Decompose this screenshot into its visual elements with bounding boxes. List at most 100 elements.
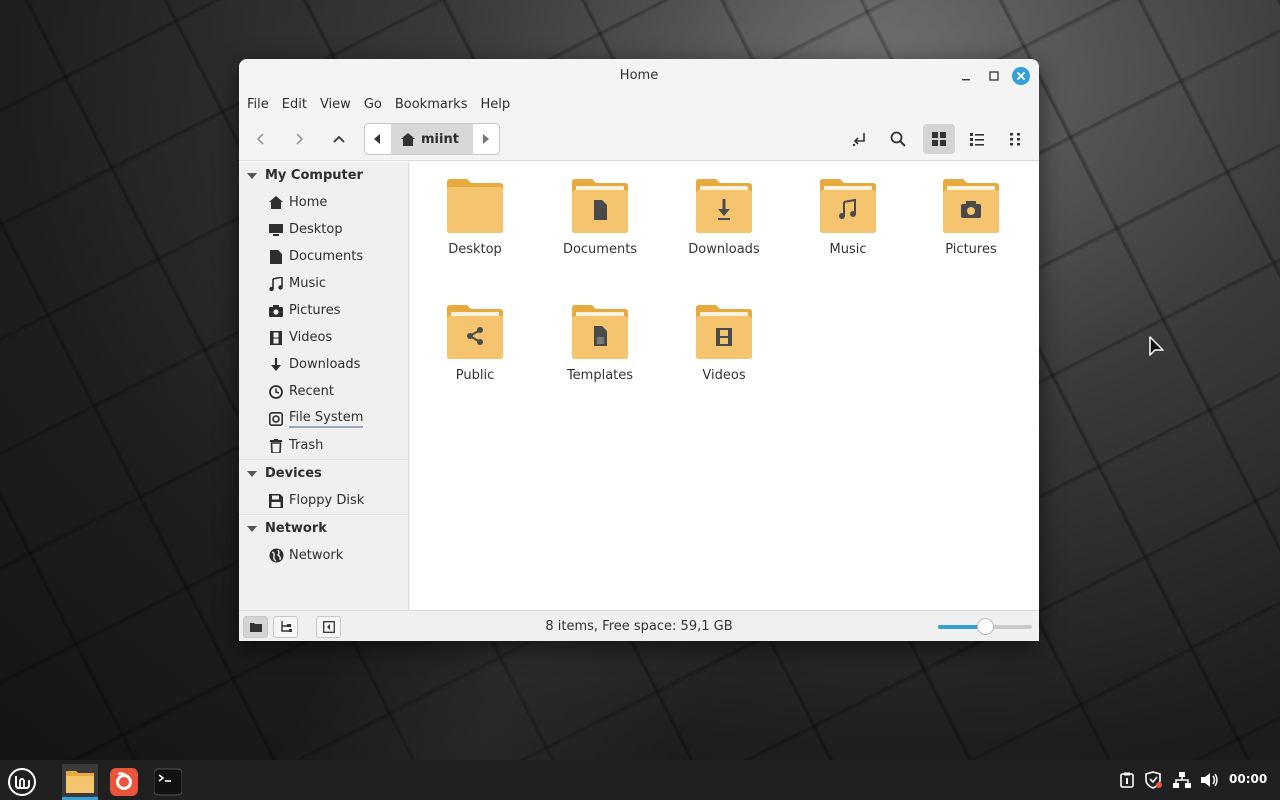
folder-music[interactable]: Music xyxy=(788,178,908,298)
sidebar-item-floppy-disk[interactable]: Floppy Disk xyxy=(239,487,408,514)
folder-downloads[interactable]: Downloads xyxy=(664,178,784,298)
tray-network[interactable] xyxy=(1172,770,1192,790)
clipboard-icon xyxy=(1120,772,1134,788)
folder-icon xyxy=(66,770,94,793)
path-left-button[interactable] xyxy=(365,124,391,154)
back-button[interactable] xyxy=(247,125,275,153)
folder-plain-icon xyxy=(447,179,503,233)
zoom-slider-handle[interactable] xyxy=(977,618,994,635)
path-right-button[interactable] xyxy=(473,124,499,154)
taskbar-files[interactable] xyxy=(62,764,98,800)
tray-volume[interactable] xyxy=(1200,770,1220,790)
menu-edit[interactable]: Edit xyxy=(282,97,317,112)
sidebar-item-home[interactable]: Home xyxy=(239,189,408,216)
firefox-icon xyxy=(110,768,138,796)
up-button[interactable] xyxy=(325,125,353,153)
trash-icon xyxy=(268,438,284,454)
music-icon xyxy=(268,276,284,292)
sidebar-section-my-computer[interactable]: My Computer xyxy=(239,162,408,189)
compact-view-button[interactable] xyxy=(1002,125,1030,153)
list-view-button[interactable] xyxy=(963,125,991,153)
documents-icon xyxy=(268,249,284,265)
drive-icon xyxy=(268,411,284,427)
folder-desktop[interactable]: Desktop xyxy=(415,178,535,298)
folder-documents[interactable]: Documents xyxy=(540,178,660,298)
taskbar-terminal[interactable] xyxy=(150,764,186,800)
folder-public[interactable]: Public xyxy=(415,304,535,424)
zoom-slider[interactable] xyxy=(938,618,1032,635)
folder-videos-icon xyxy=(696,305,752,359)
menu-file[interactable]: File xyxy=(247,97,279,112)
forward-button[interactable] xyxy=(285,125,313,153)
window-title: Home xyxy=(619,68,659,83)
sidebar-section-devices[interactable]: Devices xyxy=(239,460,408,487)
terminal-icon xyxy=(154,768,182,796)
icon-view-button[interactable] xyxy=(923,124,955,154)
file-view: Desktop Documents Downloads Music Pictur… xyxy=(410,162,1039,610)
toolbar: miint xyxy=(239,117,1039,161)
folder-document-icon xyxy=(572,179,628,233)
close-icon xyxy=(1017,72,1025,80)
sidebar-item-network[interactable]: Network xyxy=(239,542,408,569)
sidebar-item-recent[interactable]: Recent xyxy=(239,378,408,405)
menu-button[interactable] xyxy=(4,764,40,800)
maximize-button[interactable] xyxy=(985,67,1003,85)
menu-go[interactable]: Go xyxy=(364,97,392,112)
taskbar: 00:00 xyxy=(0,760,1280,800)
sidebar-item-downloads[interactable]: Downloads xyxy=(239,351,408,378)
folder-templates[interactable]: Templates xyxy=(540,304,660,424)
status-text: 8 items, Free space: 59,1 GB xyxy=(545,619,733,634)
chevron-up-icon xyxy=(333,135,345,143)
path-label: miint xyxy=(421,131,459,147)
sidebar-item-videos[interactable]: Videos xyxy=(239,324,408,351)
triangle-left-icon xyxy=(374,134,380,144)
expander-icon xyxy=(247,470,257,477)
sidebar-item-trash[interactable]: Trash xyxy=(239,432,408,459)
clock[interactable]: 00:00 xyxy=(1229,772,1267,786)
file-manager-window: Home File Edit View Go Bookmarks Help mi… xyxy=(239,59,1039,641)
toggle-location-button[interactable] xyxy=(845,125,873,153)
sidebar-item-music[interactable]: Music xyxy=(239,270,408,297)
folder-videos[interactable]: Videos xyxy=(664,304,784,424)
menu-bookmarks[interactable]: Bookmarks xyxy=(395,97,478,112)
menu-view[interactable]: View xyxy=(320,97,361,112)
maximize-icon xyxy=(989,71,999,81)
location-entry-icon xyxy=(852,133,865,147)
minimize-icon xyxy=(962,79,970,81)
sidebar-item-pictures[interactable]: Pictures xyxy=(239,297,408,324)
grid-icon xyxy=(932,132,946,146)
sidebar-section-network[interactable]: Network xyxy=(239,515,408,542)
sidebar-item-desktop[interactable]: Desktop xyxy=(239,216,408,243)
menu-help[interactable]: Help xyxy=(480,97,520,112)
sidebar-item-documents[interactable]: Documents xyxy=(239,243,408,270)
minimize-button[interactable] xyxy=(957,67,975,85)
search-button[interactable] xyxy=(884,125,912,153)
folder-music-icon xyxy=(820,179,876,233)
chevron-left-icon xyxy=(256,133,264,145)
path-home-button[interactable]: miint xyxy=(391,124,473,154)
sidebar-item-file-system[interactable]: File System xyxy=(239,405,408,432)
shield-icon xyxy=(1145,771,1162,789)
mint-logo-icon xyxy=(8,768,36,796)
expander-icon xyxy=(247,525,257,532)
floppy-icon xyxy=(268,493,284,509)
mouse-cursor-icon xyxy=(1149,336,1164,356)
close-button[interactable] xyxy=(1012,67,1030,85)
home-icon xyxy=(401,132,415,146)
menubar: File Edit View Go Bookmarks Help xyxy=(239,91,1039,117)
globe-icon xyxy=(268,548,284,564)
home-icon xyxy=(268,195,284,211)
triangle-right-icon xyxy=(483,134,489,144)
film-icon xyxy=(268,330,284,346)
compact-grid-icon xyxy=(1010,133,1020,146)
folder-share-icon xyxy=(447,305,503,359)
statusbar: 8 items, Free space: 59,1 GB xyxy=(239,610,1039,641)
taskbar-firefox[interactable] xyxy=(106,764,142,800)
tray-update-manager[interactable] xyxy=(1144,770,1164,790)
folder-templates-icon xyxy=(572,305,628,359)
tray-clipboard[interactable] xyxy=(1117,770,1137,790)
folder-pictures[interactable]: Pictures xyxy=(911,178,1031,298)
desktop-icon xyxy=(268,222,284,238)
download-icon xyxy=(268,357,284,373)
volume-icon xyxy=(1201,773,1218,787)
